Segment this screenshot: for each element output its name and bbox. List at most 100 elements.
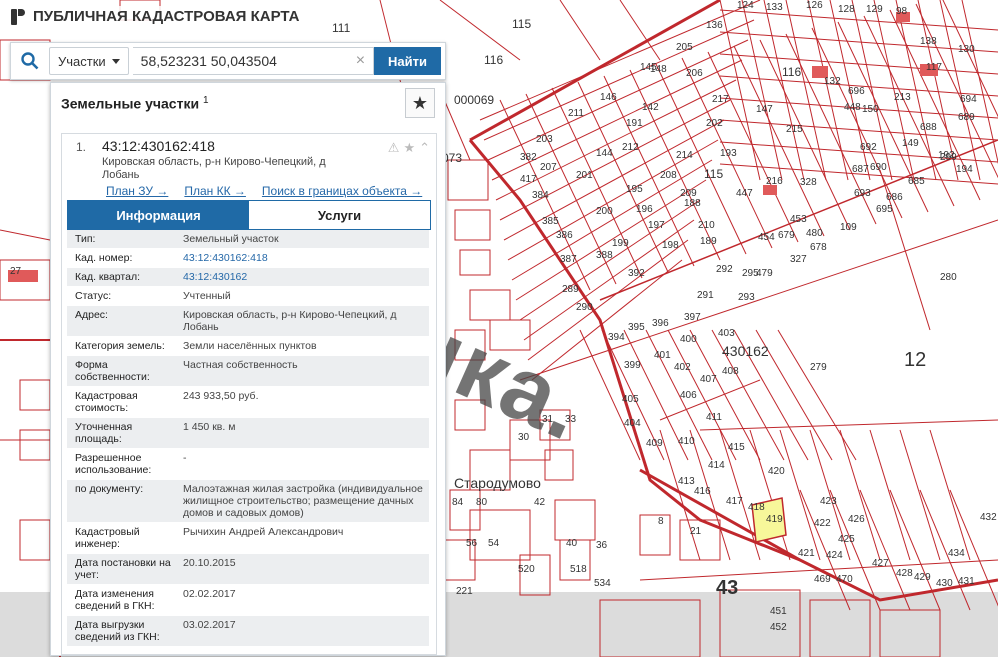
parcel-label: 385 [542, 216, 559, 227]
plan-zu-link[interactable]: План ЗУ → [106, 184, 168, 198]
info-row-value: Учтенный [183, 290, 231, 302]
search-type-dropdown[interactable]: Участки [49, 47, 129, 75]
parcel-label: 148 [650, 64, 667, 75]
parcel-label: 54 [488, 538, 500, 549]
info-row-value[interactable]: 43:12:430162:418 [179, 249, 429, 267]
parcel-label: 36 [596, 540, 608, 551]
info-row: Тип: Земельный участок [67, 230, 429, 249]
parcel-label: 84 [452, 497, 464, 508]
parcel-label: 328 [800, 177, 817, 188]
panel-title-text: Земельные участки [61, 95, 200, 112]
parcel-label: 416 [694, 486, 711, 497]
village-label: Стародумово [454, 475, 541, 491]
info-row-key: Тип: [75, 233, 96, 245]
search-query: 58,523231 50,043504 [140, 53, 277, 69]
parcel-label: 116 [484, 53, 503, 67]
parcel-label: 147 [756, 104, 773, 115]
parcel-label: 423 [820, 496, 837, 507]
find-button[interactable]: Найти [374, 47, 441, 75]
parcel-label: 80 [476, 497, 488, 508]
plan-kk-link[interactable]: План КК → [184, 184, 246, 198]
info-row-value: Кировская область, р-н Кирово-Чепецкий, … [183, 309, 397, 333]
parcel-label: 191 [626, 118, 643, 129]
tab-info[interactable]: Информация [68, 201, 249, 229]
pkk-logo-icon [11, 8, 25, 25]
parcel-label: 202 [706, 118, 723, 129]
info-row-key: Форма собственности: [75, 359, 150, 383]
parcel-label: 115 [704, 167, 723, 181]
parcel-label: 327 [790, 254, 807, 265]
parcel-label: 144 [596, 148, 613, 159]
info-row-key: Кадастровый инженер: [75, 526, 140, 550]
info-row: Разрешенное использование: - [67, 449, 429, 480]
info-row-value: 243 933,50 руб. [183, 390, 259, 402]
parcel-label: 42 [534, 497, 546, 508]
card-links: План ЗУ → План КК → Поиск в границах объ… [106, 184, 422, 198]
parcel-label: 295 [742, 268, 759, 279]
parcel-label: 289 [562, 284, 579, 295]
parcel-label: 422 [814, 518, 831, 529]
parcel-label: 215 [786, 124, 803, 135]
info-row-value: Земельный участок [183, 233, 279, 245]
info-row: Форма собственности: Частная собственност… [67, 356, 429, 387]
parcel-label: 12 [904, 349, 926, 371]
parcel-label: 417 [520, 174, 537, 185]
parcel-label: 195 [626, 184, 643, 195]
parcel-label: 431 [958, 576, 975, 587]
parcel-label: 407 [700, 374, 717, 385]
search-icon[interactable] [11, 43, 49, 79]
clear-icon[interactable]: × [356, 52, 365, 70]
parcel-label: 401 [654, 350, 671, 361]
parcel-label: 194 [956, 164, 973, 175]
parcel-label: 394 [608, 332, 625, 343]
warning-icon[interactable]: ⚠ [388, 140, 400, 156]
parcel-label: 21 [690, 526, 702, 537]
parcel-label: 685 [908, 176, 925, 187]
info-row-value[interactable]: 43:12:430162 [179, 268, 429, 286]
info-row-value: - [183, 452, 187, 464]
parcel-label: 216 [766, 176, 783, 187]
info-row-key: Кад. квартал: [75, 271, 140, 283]
parcel-label: 146 [600, 92, 617, 103]
parcel-label: 411 [706, 412, 722, 423]
info-row-key: Разрешенное использование: [75, 452, 152, 476]
parcel-label: 188 [684, 198, 701, 209]
info-row: Статус: Учтенный [67, 287, 429, 306]
parcel-label: 205 [676, 42, 693, 53]
info-row-key: Дата изменения сведений в ГКН: [75, 588, 155, 612]
tab-services[interactable]: Услуги [249, 201, 430, 229]
parcel-label: 425 [838, 534, 855, 545]
info-row-key: Кад. номер: [75, 252, 133, 264]
parcel-label: 43 [716, 577, 738, 599]
parcel-label: 417 [726, 496, 743, 507]
parcel-label: 687 [852, 164, 869, 175]
info-row: Дата постановки на учет: 20.10.2015 [67, 554, 429, 585]
info-row-key: Уточненная площадь: [75, 421, 133, 445]
parcel-label: 424 [826, 550, 843, 561]
search-input[interactable]: 58,523231 50,043504 × [132, 47, 375, 75]
parcel-label: 688 [920, 122, 937, 133]
card-actions: ⚠ ★ ⌃ [388, 140, 430, 156]
parcel-label: 428 [896, 568, 913, 579]
parcel-label: 400 [680, 334, 697, 345]
parcel-label: 117 [926, 62, 942, 73]
parcel-label: 396 [652, 318, 669, 329]
favorites-button[interactable]: ★ [405, 88, 435, 118]
card-cad-number[interactable]: 43:12:430162:418 [102, 138, 215, 154]
parcel-label: 406 [680, 390, 697, 401]
panel-header: Земельные участки 1 ★ [51, 83, 445, 123]
app-logo[interactable]: ПУБЛИЧНАЯ КАДАСТРОВАЯ КАРТА [9, 6, 306, 27]
parcel-label: 426 [848, 514, 865, 525]
parcel-label: 208 [660, 170, 677, 181]
parcel-label: 221 [456, 586, 473, 597]
info-row: Кадастровая стоимость: 243 933,50 руб. [67, 387, 429, 418]
collapse-icon[interactable]: ⌃ [419, 140, 430, 156]
card-address: Кировская область, р-н Кирово-Чепецкий, … [102, 156, 326, 181]
parcel-label: 196 [636, 204, 653, 215]
parcel-label: 679 [778, 230, 795, 241]
star-icon[interactable]: ★ [403, 140, 415, 156]
card-tabs: Информация Услуги [67, 200, 431, 230]
info-row-value: Земли населённых пунктов [183, 340, 317, 352]
parcel-card: 1. 43:12:430162:418 Кировская область, р… [61, 133, 437, 655]
search-in-bounds-link[interactable]: Поиск в границах объекта → [262, 184, 422, 198]
